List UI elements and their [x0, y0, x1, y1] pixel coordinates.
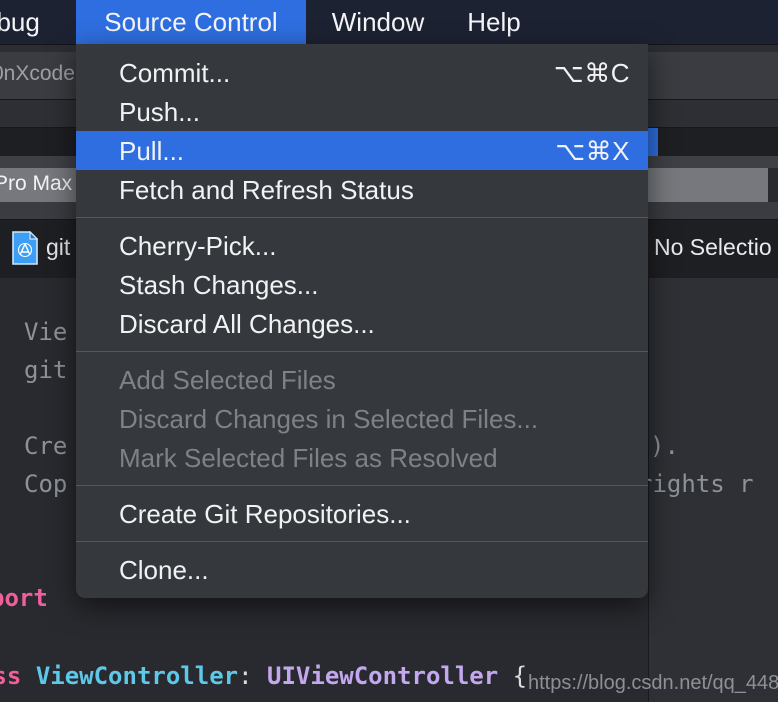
menubar-item-source-control[interactable]: Source Control [76, 0, 306, 44]
menubar-item-help[interactable]: Help [452, 0, 536, 44]
code-token: ). [650, 432, 679, 460]
code-line: ass ViewController: UIViewController { [0, 662, 527, 690]
menu-item[interactable]: Clone... [76, 550, 648, 589]
menu-item: Discard Changes in Selected Files... [76, 399, 648, 438]
menu-item-label: Mark Selected Files as Resolved [119, 442, 498, 473]
menu-item-label: Discard All Changes... [119, 308, 375, 339]
menu-item-label: Push... [119, 96, 200, 127]
menubar-item-debug[interactable]: ebug [0, 0, 78, 44]
menu-item-label: Commit... [119, 57, 231, 88]
code-token: port [0, 584, 48, 612]
menu-item-label: Cherry-Pick... [119, 230, 277, 261]
jump-bar-file-name: git [46, 234, 71, 260]
menu-item: Mark Selected Files as Resolved [76, 438, 648, 477]
menu-bar: ebug Source Control Window Help [0, 0, 778, 44]
code-line: git [24, 356, 67, 384]
menu-item-label: Fetch and Refresh Status [119, 174, 414, 205]
code-line: Cre [24, 432, 67, 460]
code-token: git [24, 356, 68, 384]
menu-item[interactable]: Push... [76, 92, 648, 131]
code-token: rights r [638, 470, 754, 498]
menu-item-label: Clone... [119, 554, 209, 585]
code-line: Cop [24, 470, 67, 498]
watermark-text: https://blog.csdn.net/qq_44864362 [528, 672, 778, 694]
menu-item[interactable]: Pull... ⌥⌘X [76, 131, 648, 170]
code-token: ViewController [35, 662, 239, 690]
inspector-no-selection-label: No Selectio [654, 234, 772, 260]
menu-separator [76, 485, 648, 486]
menu-item-label: Pull... [119, 135, 185, 166]
code-token: { [498, 662, 528, 690]
scheme-destination-label: Pro Max [0, 172, 73, 195]
code-token: : [238, 662, 268, 690]
menu-separator [76, 541, 648, 542]
menu-item[interactable]: Create Git Repositories... [76, 494, 648, 533]
menu-item-label: Discard Changes in Selected Files... [119, 403, 539, 434]
app-window: 0nXcode Pro Max git No Selectio Vie git Cr… [0, 0, 778, 702]
menu-item-shortcut: ⌥⌘C [553, 57, 630, 88]
code-line: port [0, 584, 48, 612]
menu-item[interactable]: Commit... ⌥⌘C [76, 53, 648, 92]
source-control-dropdown-menu[interactable]: Commit... ⌥⌘C Push... Pull... ⌥⌘X Fetch and R… [76, 44, 648, 598]
menu-item[interactable]: Fetch and Refresh Status [76, 170, 648, 209]
menu-item-label: Add Selected Files [119, 364, 336, 395]
menu-item-label: Create Git Repositories... [119, 498, 411, 529]
menu-separator [76, 217, 648, 218]
xcode-file-icon [12, 230, 39, 265]
code-line: Vie [24, 318, 67, 346]
code-token: Cre [24, 432, 68, 460]
menubar-item-window[interactable]: Window [310, 0, 446, 44]
menu-item[interactable]: Cherry-Pick... [76, 226, 648, 265]
code-token: Cop [24, 470, 68, 498]
code-line: rights r [638, 470, 754, 498]
menu-item-label: Stash Changes... [119, 269, 319, 300]
menu-item[interactable]: Stash Changes... [76, 265, 648, 304]
code-token: Vie [24, 318, 68, 346]
code-line: ). [650, 432, 679, 460]
menu-separator [76, 351, 648, 352]
code-token: ass [0, 662, 22, 690]
code-token: UIViewController [267, 662, 499, 690]
menu-item[interactable]: Discard All Changes... [76, 304, 648, 343]
menu-item: Add Selected Files [76, 360, 648, 399]
menu-item-shortcut: ⌥⌘X [555, 135, 630, 166]
